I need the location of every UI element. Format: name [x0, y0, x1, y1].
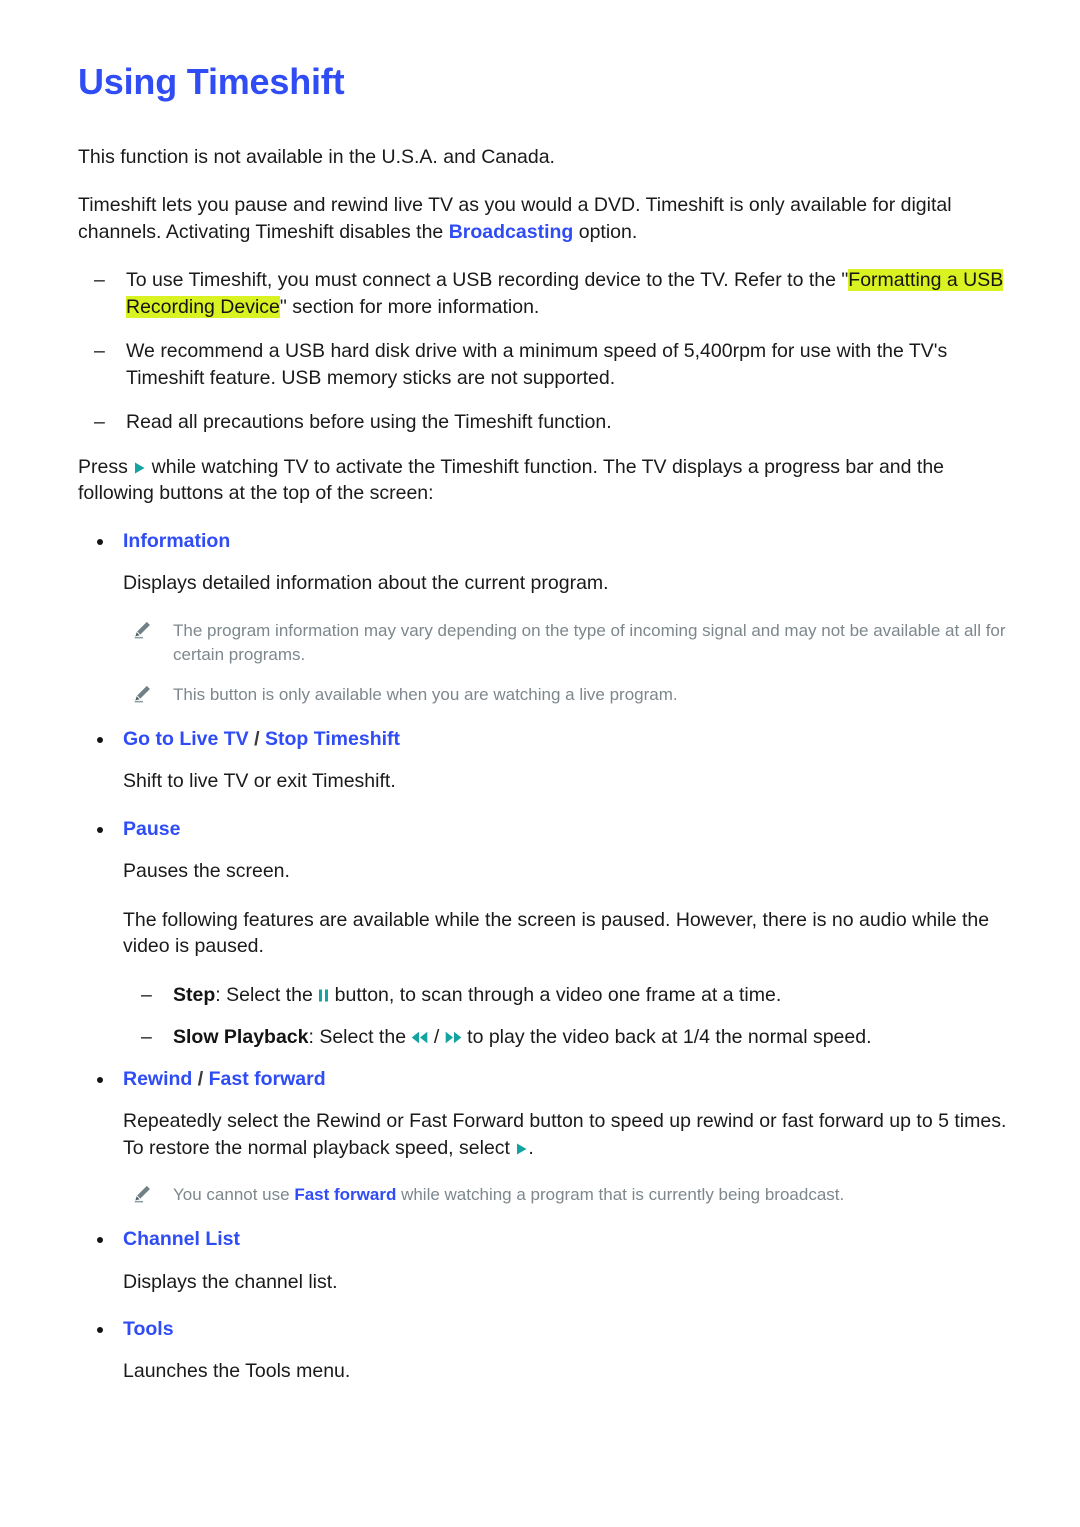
channel-list-label: Channel List	[123, 1228, 241, 1251]
pause-label: Pause	[123, 817, 181, 840]
description-text-first: Repeatedly select the Rewind or Fast For…	[123, 1110, 1007, 1159]
page-title: Using Timeshift	[78, 61, 345, 102]
note-text: This button is only available when you a…	[173, 684, 678, 704]
rewind-fast-forward-description: Repeatedly select the Rewind or Fast For…	[78, 1108, 1022, 1161]
activation-paragraph: Press while watching TV to activate the …	[78, 454, 1022, 507]
slow-playback-term: Slow Playback	[173, 1026, 309, 1049]
label-separator: /	[248, 727, 265, 750]
note-text-first: You cannot use	[173, 1185, 295, 1205]
fast-forward-icon	[445, 1031, 462, 1044]
requirement-text-first: Read all precautions before using the Ti…	[126, 411, 612, 434]
activation-text-first: Press	[78, 455, 134, 478]
label-separator: /	[192, 1067, 209, 1090]
requirement-item: To use Timeshift, you must connect a USB…	[78, 267, 1022, 320]
requirement-text-first: To use Timeshift, you must connect a USB…	[126, 269, 849, 292]
channel-list-description: Displays the channel list.	[123, 1270, 338, 1293]
requirement-text-last: " section for more information.	[279, 295, 540, 318]
requirement-item: Read all precautions before using the Ti…	[78, 409, 1022, 436]
note-text-last: while watching a program that is current…	[396, 1185, 845, 1205]
pencil-icon	[134, 1185, 151, 1203]
slow-playback-text-first: : Select the	[308, 1026, 412, 1049]
step-text-first: : Select the	[215, 983, 319, 1006]
overview-paragraph: Timeshift lets you pause and rewind live…	[78, 192, 1022, 245]
play-icon	[515, 1142, 528, 1156]
availability-text: This function is not available in the U.…	[78, 145, 555, 168]
pause-sub-item-slow-playback: Slow Playback: Select the / to play the …	[123, 1024, 1022, 1051]
button-heading-information[interactable]: Information	[78, 529, 1022, 554]
requirement-text-first: We recommend a USB hard disk drive with …	[126, 340, 948, 389]
availability-paragraph: This function is not available in the U.…	[78, 144, 1022, 171]
description-text-last: .	[528, 1136, 534, 1159]
fast-forward-note-link[interactable]: Fast forward	[294, 1185, 396, 1204]
tools-label: Tools	[123, 1318, 174, 1341]
activation-text-last: while watching TV to activate the Timesh…	[78, 455, 945, 505]
document-page: Using Timeshift This function is not ava…	[0, 0, 1080, 1527]
pause-icon	[318, 989, 329, 1002]
button-heading-rewind-fast-forward[interactable]: Rewind / Fast forward	[78, 1067, 1022, 1092]
pause-sub-item-step: Step: Select the button, to scan through…	[123, 982, 1022, 1009]
slow-playback-text-last: to play the video back at 1/4 the normal…	[461, 1026, 872, 1049]
rewind-icon	[411, 1031, 428, 1044]
note-item: You cannot use Fast forward while watchi…	[123, 1183, 1022, 1207]
stop-timeshift-label: Stop Timeshift	[264, 727, 401, 750]
pencil-icon	[134, 621, 151, 639]
overview-text-last: option.	[573, 220, 638, 243]
information-label: Information	[123, 529, 231, 552]
information-description: Displays detailed information about the …	[123, 572, 609, 595]
paused-features-note: The following features are available whi…	[123, 908, 990, 958]
requirement-item: We recommend a USB hard disk drive with …	[78, 338, 1022, 391]
pause-description: Pauses the screen.	[123, 860, 290, 883]
step-text-last: button, to scan through a video one fram…	[329, 983, 782, 1006]
broadcasting-link[interactable]: Broadcasting	[449, 221, 574, 243]
note-item: This button is only available when you a…	[123, 683, 1022, 707]
play-icon	[133, 461, 146, 475]
button-heading-channel-list[interactable]: Channel List	[78, 1227, 1022, 1252]
go-to-live-tv-description: Shift to live TV or exit Timeshift.	[123, 770, 396, 793]
fast-forward-label: Fast forward	[208, 1067, 326, 1090]
rewind-fast-forward-notes: You cannot use Fast forward while watchi…	[78, 1183, 1022, 1207]
button-heading-tools[interactable]: Tools	[78, 1317, 1022, 1342]
step-term: Step	[173, 983, 216, 1006]
button-heading-go-to-live-tv[interactable]: Go to Live TV / Stop Timeshift	[78, 727, 1022, 752]
rewind-label: Rewind	[123, 1067, 193, 1090]
glyph-separator: /	[428, 1026, 445, 1049]
note-item: The program information may vary dependi…	[123, 619, 1022, 667]
go-to-live-tv-label: Go to Live TV	[123, 727, 249, 750]
pause-sub-list: Step: Select the button, to scan through…	[78, 982, 1022, 1051]
tools-description: Launches the Tools menu.	[123, 1360, 351, 1383]
note-text: The program information may vary dependi…	[173, 620, 1006, 664]
requirements-list: To use Timeshift, you must connect a USB…	[78, 267, 1022, 436]
pencil-icon	[134, 685, 151, 703]
information-notes: The program information may vary dependi…	[78, 619, 1022, 707]
button-heading-pause[interactable]: Pause	[78, 817, 1022, 842]
